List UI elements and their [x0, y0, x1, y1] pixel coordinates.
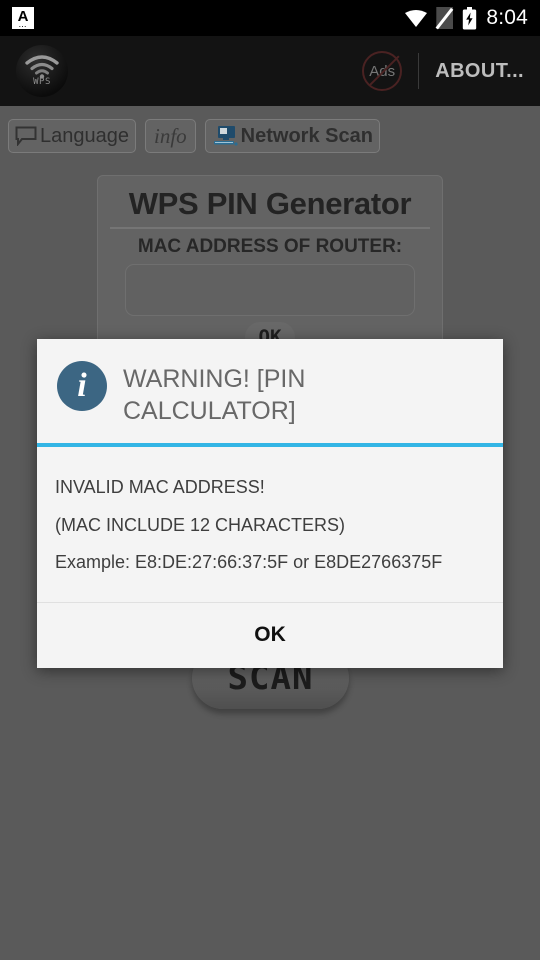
status-bar-notifications: A ... — [12, 7, 34, 29]
info-label: info — [153, 123, 187, 148]
mac-address-label: MAC ADDRESS OF ROUTER: — [137, 236, 403, 257]
notification-sub: ... — [18, 23, 27, 29]
network-scan-button[interactable]: Network Scan — [204, 119, 380, 153]
warning-dialog: i WARNING! [PIN CALCULATOR] INVALID MAC … — [37, 339, 503, 668]
remove-ads-icon[interactable]: Ads — [362, 51, 403, 91]
dialog-ok-button[interactable]: OK — [37, 603, 503, 668]
dialog-message-line: Example: E8:DE:27:66:37:5F or E8DE276637… — [55, 552, 443, 573]
language-button[interactable]: Language — [8, 119, 136, 153]
appbar-divider — [418, 53, 420, 89]
computer-icon — [213, 126, 238, 146]
wps-logo-icon[interactable]: WPS — [16, 45, 68, 97]
speech-bubble-icon — [15, 126, 37, 146]
wps-pin-generator-card: WPS PIN Generator MAC ADDRESS OF ROUTER:… — [97, 175, 443, 353]
language-label: Language — [40, 124, 129, 147]
action-toolbar: Language info Network Scan — [0, 106, 540, 153]
wps-logo-label: WPS — [33, 77, 51, 87]
dialog-message-line: (MAC INCLUDE 12 CHARACTERS) — [55, 514, 346, 535]
dialog-body: INVALID MAC ADDRESS! (MAC INCLUDE 12 CHA… — [37, 447, 503, 602]
about-button[interactable]: ABOUT... — [435, 60, 524, 83]
dialog-message-line: INVALID MAC ADDRESS! — [55, 477, 265, 497]
status-bar: A ... 8:04 — [0, 0, 540, 36]
wifi-arcs-icon — [25, 55, 59, 79]
app-notification-icon: A ... — [12, 7, 34, 29]
dialog-title: WARNING! [PIN CALCULATOR] — [123, 365, 306, 425]
network-scan-label: Network Scan — [240, 124, 373, 147]
info-icon: i — [57, 361, 107, 411]
card-title: WPS PIN Generator — [110, 186, 430, 229]
battery-charging-icon — [463, 6, 477, 29]
app-bar-actions: Ads ABOUT... — [362, 51, 524, 91]
app-screen: A ... 8:04 WPS ABOUT... Language info Ne… — [0, 0, 540, 960]
mac-address-input[interactable] — [125, 264, 415, 316]
no-sim-icon — [435, 7, 454, 30]
app-bar: WPS Ads ABOUT... — [0, 36, 540, 106]
status-bar-system-icons: 8:04 — [405, 6, 528, 30]
info-button[interactable]: info — [144, 119, 196, 153]
status-bar-clock: 8:04 — [486, 6, 528, 29]
dialog-header: i WARNING! [PIN CALCULATOR] — [37, 339, 503, 443]
wifi-icon — [405, 10, 428, 27]
